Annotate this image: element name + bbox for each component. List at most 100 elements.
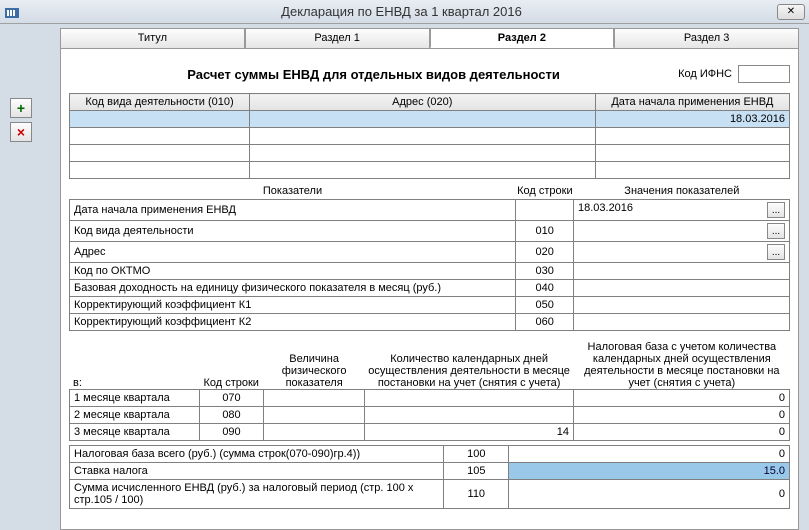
tab-razdel1[interactable]: Раздел 1 (245, 28, 430, 48)
titlebar: Декларация по ЕНВД за 1 квартал 2016 ✕ (0, 0, 809, 24)
ellipsis-button[interactable]: ... (767, 202, 785, 218)
hdr-linecode: Код строки (199, 377, 264, 389)
total-value[interactable]: 0 (509, 446, 790, 463)
tabbar: Титул Раздел 1 Раздел 2 Раздел 3 (60, 28, 799, 48)
row-toolbar: + × (10, 98, 32, 142)
param-value[interactable]: ... (573, 221, 789, 242)
add-row-button[interactable]: + (10, 98, 32, 118)
month-label: 2 месяце квартала (70, 407, 200, 424)
content-panel: Расчет суммы ЕНВД для отдельных видов де… (60, 48, 799, 530)
param-code: 030 (516, 263, 574, 280)
month-velichina[interactable] (264, 407, 365, 424)
params-grid: Дата начала применения ЕНВД 18.03.2016..… (69, 199, 790, 331)
table-row: Сумма исчисленного ЕНВД (руб.) за налого… (70, 480, 790, 509)
total-code: 100 (444, 446, 509, 463)
param-code: 020 (516, 242, 574, 263)
ellipsis-button[interactable]: ... (767, 244, 785, 260)
table-row: Корректирующий коэффициент К1 050 (70, 297, 790, 314)
table-row: Базовая доходность на единицу физическог… (70, 280, 790, 297)
tab-razdel3[interactable]: Раздел 3 (614, 28, 799, 48)
month-code: 090 (199, 424, 264, 441)
month-days[interactable]: 14 (365, 424, 574, 441)
col-start-date: Дата начала применения ЕНВД (595, 94, 789, 111)
table-row: Ставка налога 105 15.0 (70, 463, 790, 480)
total-code: 105 (444, 463, 509, 480)
table-row: Дата начала применения ЕНВД 18.03.2016..… (70, 200, 790, 221)
month-code: 080 (199, 407, 264, 424)
table-row[interactable] (70, 128, 790, 145)
hdr-base: Налоговая база с учетом количества кален… (574, 341, 790, 389)
param-label: Адрес (70, 242, 516, 263)
kod-ifns-input[interactable] (738, 65, 790, 83)
total-label: Ставка налога (70, 463, 444, 480)
param-code: 040 (516, 280, 574, 297)
month-base[interactable]: 0 (573, 390, 789, 407)
table-row: Налоговая база всего (руб.) (сумма строк… (70, 446, 790, 463)
hdr-velichina: Величина физического показателя (264, 353, 365, 389)
page-heading: Расчет суммы ЕНВД для отдельных видов де… (69, 67, 678, 82)
param-value[interactable]: 18.03.2016... (573, 200, 789, 221)
month-headers: в: Код строки Величина физического показ… (69, 341, 790, 389)
total-value[interactable]: 0 (509, 480, 790, 509)
param-value[interactable] (573, 263, 789, 280)
total-code: 110 (444, 480, 509, 509)
param-value[interactable] (573, 297, 789, 314)
cell-activity-code[interactable] (70, 111, 250, 128)
table-row: 3 месяце квартала 090 14 0 (70, 424, 790, 441)
col-address: Адрес (020) (250, 94, 596, 111)
hdr-values: Значения показателей (574, 185, 790, 197)
month-base[interactable]: 0 (573, 424, 789, 441)
total-label: Налоговая база всего (руб.) (сумма строк… (70, 446, 444, 463)
param-label: Дата начала применения ЕНВД (70, 200, 516, 221)
close-button[interactable]: ✕ (777, 4, 805, 20)
param-value[interactable] (573, 280, 789, 297)
hdr-in: в: (69, 377, 199, 389)
month-base[interactable]: 0 (573, 407, 789, 424)
param-code: 060 (516, 314, 574, 331)
app-icon (4, 4, 20, 20)
month-days[interactable] (365, 390, 574, 407)
param-value[interactable] (573, 314, 789, 331)
activities-grid[interactable]: Код вида деятельности (010) Адрес (020) … (69, 93, 790, 179)
window-title: Декларация по ЕНВД за 1 квартал 2016 (26, 4, 777, 19)
table-row[interactable]: 18.03.2016 (70, 111, 790, 128)
hdr-indicators: Показатели (69, 185, 516, 197)
param-value[interactable]: ... (573, 242, 789, 263)
delete-row-button[interactable]: × (10, 122, 32, 142)
total-label: Сумма исчисленного ЕНВД (руб.) за налого… (70, 480, 444, 509)
param-label: Корректирующий коэффициент К2 (70, 314, 516, 331)
month-velichina[interactable] (264, 390, 365, 407)
param-code: 010 (516, 221, 574, 242)
param-code (516, 200, 574, 221)
tab-razdel2[interactable]: Раздел 2 (430, 28, 615, 48)
window-root: Декларация по ЕНВД за 1 квартал 2016 ✕ +… (0, 0, 809, 530)
hdr-linecode: Код строки (516, 185, 574, 197)
cell-start-date[interactable]: 18.03.2016 (595, 111, 789, 128)
param-label: Корректирующий коэффициент К1 (70, 297, 516, 314)
kod-ifns-label: Код ИФНС (678, 68, 732, 80)
heading-row: Расчет суммы ЕНВД для отдельных видов де… (69, 65, 790, 83)
month-days[interactable] (365, 407, 574, 424)
total-value[interactable]: 15.0 (509, 463, 790, 480)
param-label: Код вида деятельности (70, 221, 516, 242)
month-label: 1 месяце квартала (70, 390, 200, 407)
param-headers: Показатели Код строки Значения показател… (69, 185, 790, 197)
months-grid: 1 месяце квартала 070 0 2 месяце квартал… (69, 389, 790, 441)
table-row: 2 месяце квартала 080 0 (70, 407, 790, 424)
cell-address[interactable] (250, 111, 596, 128)
param-label: Код по ОКТМО (70, 263, 516, 280)
param-label: Базовая доходность на единицу физическог… (70, 280, 516, 297)
table-row[interactable] (70, 162, 790, 179)
month-code: 070 (199, 390, 264, 407)
table-row: Адрес 020 ... (70, 242, 790, 263)
tab-titul[interactable]: Титул (60, 28, 245, 48)
table-row: Корректирующий коэффициент К2 060 (70, 314, 790, 331)
totals-grid: Налоговая база всего (руб.) (сумма строк… (69, 445, 790, 509)
table-row[interactable] (70, 145, 790, 162)
table-row: Код вида деятельности 010 ... (70, 221, 790, 242)
month-label: 3 месяце квартала (70, 424, 200, 441)
table-row: 1 месяце квартала 070 0 (70, 390, 790, 407)
close-icon: ✕ (787, 6, 795, 17)
ellipsis-button[interactable]: ... (767, 223, 785, 239)
month-velichina[interactable] (264, 424, 365, 441)
